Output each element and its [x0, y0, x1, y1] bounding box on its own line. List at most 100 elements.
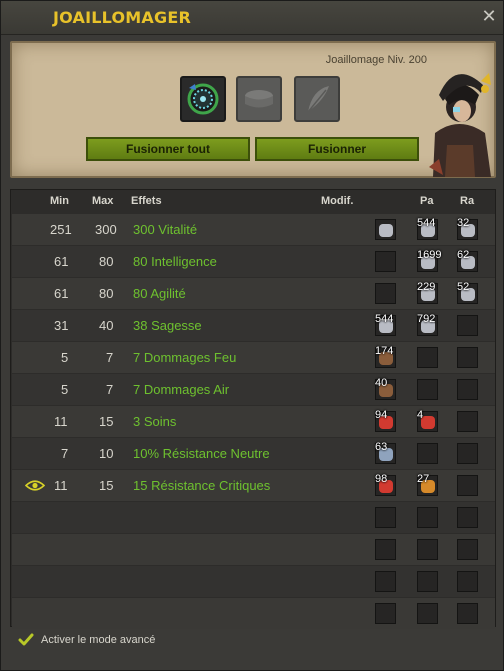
ra-rune-slot[interactable] — [457, 411, 478, 432]
ra-rune-slot[interactable] — [457, 571, 478, 592]
ra-rune-slot[interactable] — [457, 315, 478, 336]
table-row[interactable]: 61 80 80 Intelligence 1699 62 — [12, 246, 495, 277]
effect-label: 10% Résistance Neutre — [133, 446, 270, 461]
ra-rune-slot[interactable] — [457, 603, 478, 624]
ra-rune-slot[interactable]: 62 — [457, 249, 478, 272]
pa-rune-slot[interactable]: 1699 — [417, 249, 442, 272]
ra-rune-slot[interactable] — [457, 507, 478, 528]
table-row[interactable]: 251 300 300 Vitalité 544 32 — [12, 214, 495, 245]
modif-rune-slot[interactable] — [375, 283, 396, 304]
min-value: 5 — [61, 382, 69, 397]
window-title: JOAILLOMAGER — [53, 8, 191, 27]
pa-rune-slot[interactable] — [417, 603, 438, 624]
close-icon[interactable]: ✕ — [480, 8, 498, 26]
table-row[interactable]: 61 80 80 Agilité 229 52 — [12, 278, 495, 309]
effect-label: 7 Dommages Feu — [133, 350, 237, 365]
ra-rune-slot[interactable] — [457, 347, 478, 368]
smithmagic-slot-1[interactable] — [236, 76, 282, 122]
modif-rune-slot[interactable] — [375, 603, 396, 624]
modif-rune-slot[interactable] — [375, 571, 396, 592]
workshop-panel: Joaillomage Niv. 200 Fusionner tout Fusi… — [10, 41, 496, 178]
pa-rune-slot[interactable] — [417, 571, 438, 592]
empty-row — [12, 566, 495, 597]
ra-count: 32 — [457, 217, 470, 229]
pa-rune-slot[interactable]: 4 — [417, 409, 438, 432]
max-value: 10 — [99, 446, 114, 461]
pa-count: 544 — [417, 217, 436, 229]
header-pa: Pa — [420, 195, 434, 207]
table-row[interactable]: 5 7 7 Dommages Feu 174 — [12, 342, 495, 373]
max-value: 15 — [99, 414, 114, 429]
pa-rune-slot[interactable]: 229 — [417, 281, 438, 304]
pa-count: 1699 — [417, 249, 442, 261]
effect-label: 300 Vitalité — [133, 222, 198, 237]
pa-rune-slot[interactable] — [417, 379, 438, 400]
empty-row — [12, 598, 495, 629]
min-value: 61 — [54, 286, 69, 301]
ra-rune-slot[interactable] — [457, 379, 478, 400]
advanced-mode-label[interactable]: Activer le mode avancé — [41, 634, 155, 646]
table-row[interactable]: 31 40 38 Sagesse 544 792 — [12, 310, 495, 341]
table-row[interactable]: 11 15 15 Résistance Critiques 98 27 — [12, 470, 495, 501]
effect-label: 15 Résistance Critiques — [133, 478, 271, 493]
ra-rune-slot[interactable] — [457, 475, 478, 496]
modif-rune-slot[interactable]: 40 — [375, 377, 396, 400]
modif-count: 94 — [375, 409, 388, 421]
rune-slot[interactable] — [180, 76, 226, 122]
max-value: 7 — [106, 350, 114, 365]
pa-rune-slot[interactable] — [417, 507, 438, 528]
max-value: 80 — [99, 286, 114, 301]
pa-count: 4 — [417, 409, 424, 421]
table-row[interactable]: 7 10 10% Résistance Neutre 63 — [12, 438, 495, 469]
ra-rune-slot[interactable]: 52 — [457, 281, 478, 304]
max-value: 40 — [99, 318, 114, 333]
pa-rune-slot[interactable] — [417, 443, 438, 464]
min-value: 61 — [54, 254, 69, 269]
modif-rune-slot[interactable]: 94 — [375, 409, 396, 432]
modif-rune-slot[interactable]: 63 — [375, 441, 396, 464]
modif-rune-slot[interactable] — [375, 251, 396, 272]
empty-row — [12, 502, 495, 533]
ra-rune-slot[interactable]: 32 — [457, 217, 478, 240]
header-ra: Ra — [460, 195, 475, 207]
fuse-button[interactable]: Fusionner — [255, 137, 419, 161]
modif-rune-slot[interactable] — [375, 539, 396, 560]
modif-rune-slot[interactable]: 98 — [375, 473, 396, 496]
signature-rune-icon — [187, 83, 219, 115]
feather-slot-icon — [307, 86, 329, 113]
min-value: 251 — [50, 222, 72, 237]
modif-rune-slot[interactable] — [375, 507, 396, 528]
ra-count: 52 — [457, 281, 470, 293]
fuse-all-button[interactable]: Fusionner tout — [86, 137, 250, 161]
modif-count: 174 — [375, 345, 394, 357]
title-bar[interactable]: JOAILLOMAGER ✕ — [1, 1, 503, 35]
min-value: 5 — [61, 350, 69, 365]
stone-slot-icon — [245, 90, 273, 108]
modif-rune-slot[interactable]: 544 — [375, 313, 396, 336]
modif-rune-slot[interactable] — [375, 219, 396, 240]
pa-rune-slot[interactable] — [417, 539, 438, 560]
pa-rune-slot[interactable]: 27 — [417, 473, 438, 496]
pa-rune-slot[interactable]: 792 — [417, 313, 438, 336]
effect-label: 3 Soins — [133, 414, 177, 429]
smithmagic-window: JOAILLOMAGER ✕ Joaillomage Niv. 200 Fusi… — [0, 0, 504, 671]
checkmark-icon[interactable] — [18, 632, 34, 648]
smithmagic-slot-2[interactable] — [294, 76, 340, 122]
pa-rune-slot[interactable] — [417, 347, 438, 368]
modif-rune-slot[interactable]: 174 — [375, 345, 396, 368]
eye-icon[interactable] — [25, 479, 45, 492]
table-row[interactable]: 5 7 7 Dommages Air 40 — [12, 374, 495, 405]
ra-rune-slot[interactable] — [457, 443, 478, 464]
pa-rune-slot[interactable]: 544 — [417, 217, 438, 240]
table-row[interactable]: 11 15 3 Soins 94 4 — [12, 406, 495, 437]
max-value: 80 — [99, 254, 114, 269]
pa-count: 792 — [417, 313, 436, 325]
modif-count: 98 — [375, 473, 388, 485]
modif-count: 63 — [375, 441, 388, 453]
modif-count: 40 — [375, 377, 388, 389]
ra-rune-slot[interactable] — [457, 539, 478, 560]
character-portrait — [429, 73, 491, 177]
pa-count: 229 — [417, 281, 436, 293]
job-level: Joaillomage Niv. 200 — [325, 54, 427, 66]
min-value: 31 — [54, 318, 69, 333]
